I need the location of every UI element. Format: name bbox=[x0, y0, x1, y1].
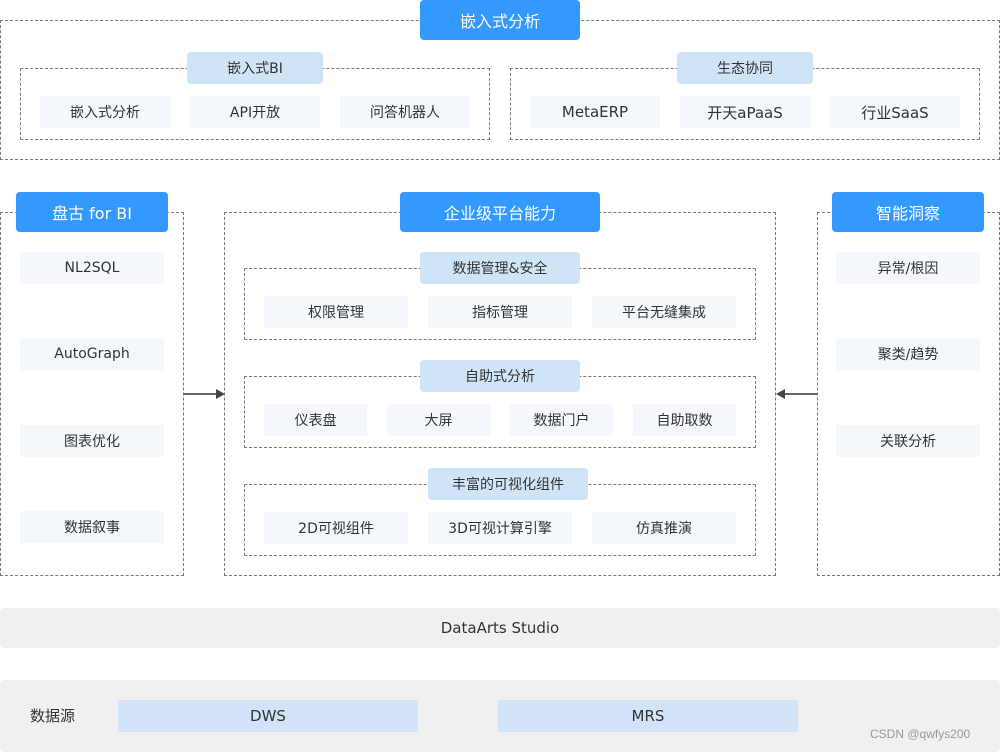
dataarts-studio-bar: DataArts Studio bbox=[0, 608, 1000, 648]
data-management-title: 数据管理&安全 bbox=[420, 252, 580, 284]
item-data-portal: 数据门户 bbox=[510, 404, 613, 436]
self-service-title: 自助式分析 bbox=[420, 360, 580, 392]
pangu-title: 盘古 for BI bbox=[16, 192, 168, 232]
item-data-storytelling: 数据叙事 bbox=[20, 511, 164, 543]
item-chart-optimization: 图表优化 bbox=[20, 425, 164, 457]
arrow-head-left-icon bbox=[776, 389, 785, 399]
embedded-bi-title: 嵌入式BI bbox=[187, 52, 323, 84]
item-nl2sql: NL2SQL bbox=[20, 252, 164, 284]
dataarts-studio-label: DataArts Studio bbox=[440, 619, 560, 637]
item-autograph: AutoGraph bbox=[20, 338, 164, 370]
arrow-right-to-center bbox=[785, 393, 817, 395]
ecosystem-title: 生态协同 bbox=[677, 52, 813, 84]
item-3d-engine: 3D可视计算引擎 bbox=[428, 512, 572, 544]
item-industry-saas: 行业SaaS bbox=[830, 96, 960, 128]
watermark: CSDN @qwfys200 bbox=[870, 727, 971, 741]
item-anomaly-root-cause: 异常/根因 bbox=[836, 252, 980, 284]
item-cluster-trend: 聚类/趋势 bbox=[836, 338, 980, 370]
smart-insight-title: 智能洞察 bbox=[832, 192, 984, 232]
item-correlation-analysis: 关联分析 bbox=[836, 425, 980, 457]
datasource-dws: DWS bbox=[118, 700, 418, 732]
item-embedded-analysis: 嵌入式分析 bbox=[40, 96, 170, 128]
item-api-open: API开放 bbox=[190, 96, 320, 128]
enterprise-platform-title: 企业级平台能力 bbox=[400, 192, 600, 232]
item-metric-management: 指标管理 bbox=[428, 296, 572, 328]
item-permission-management: 权限管理 bbox=[264, 296, 408, 328]
datasource-label: 数据源 bbox=[30, 707, 76, 725]
item-kaitian-apaas: 开天aPaaS bbox=[680, 96, 810, 128]
embedded-analytics-title: 嵌入式分析 bbox=[420, 0, 580, 40]
item-self-service-fetch: 自助取数 bbox=[633, 404, 736, 436]
item-simulation: 仿真推演 bbox=[592, 512, 736, 544]
item-metaerp: MetaERP bbox=[530, 96, 660, 128]
item-2d-components: 2D可视组件 bbox=[264, 512, 408, 544]
datasource-mrs: MRS bbox=[498, 700, 798, 732]
item-dashboard: 仪表盘 bbox=[264, 404, 367, 436]
arrow-left-to-center bbox=[184, 393, 216, 395]
item-big-screen: 大屏 bbox=[387, 404, 490, 436]
item-platform-integration: 平台无缝集成 bbox=[592, 296, 736, 328]
item-qa-bot: 问答机器人 bbox=[340, 96, 470, 128]
visual-components-title: 丰富的可视化组件 bbox=[428, 468, 588, 500]
